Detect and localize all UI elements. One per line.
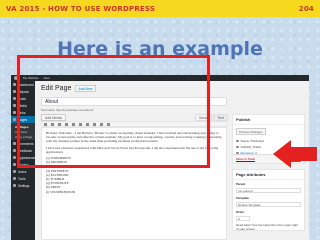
pages-icon <box>13 118 16 121</box>
parent-label: Parent <box>236 182 246 186</box>
dashboard-icon <box>13 83 16 86</box>
visibility-text: Visibility: Public <box>240 145 262 149</box>
order-input[interactable]: 0 <box>236 216 250 221</box>
editor-highlight-box <box>17 55 210 168</box>
menu-item-settings[interactable]: Settings <box>11 182 35 189</box>
page-attributes-heading: Page Attributes <box>233 170 304 180</box>
page-attributes-box: Page Attributes Parent (no parent) Templ… <box>232 169 305 231</box>
publish-heading: Publish <box>233 115 304 125</box>
list-item: (i) STUMBLEUPON <box>46 189 76 194</box>
menu-item-users[interactable]: Users <box>11 168 35 175</box>
slide-header-title: VA 2015 - HOW TO USE WORDPRESS <box>6 4 156 13</box>
slide-page-number: 204 <box>298 4 314 13</box>
status-icon <box>236 139 239 143</box>
menu-item-tools[interactable]: Tools <box>11 175 35 182</box>
pin-icon <box>13 97 16 100</box>
tab-text[interactable]: Text <box>213 114 228 121</box>
slide-header-bar: VA 2015 - HOW TO USE WORDPRESS 204 <box>0 0 320 17</box>
settings-icon <box>13 184 16 187</box>
plugins-icon <box>13 163 16 166</box>
move-to-trash-link[interactable]: Move to Trash <box>236 157 255 161</box>
order-label: Order <box>236 210 245 214</box>
links-icon <box>13 111 16 114</box>
feedback-icon <box>13 149 16 152</box>
visibility-icon <box>236 145 239 149</box>
jetpack-icon <box>13 90 16 93</box>
media-icon <box>13 104 16 107</box>
users-icon <box>13 170 16 173</box>
parent-select[interactable]: (no parent) <box>236 188 301 193</box>
appearance-icon <box>13 156 16 159</box>
red-arrow-icon <box>273 140 317 168</box>
comments-icon <box>13 142 16 145</box>
preview-changes-button[interactable]: Preview Changes <box>236 128 266 135</box>
template-label: Template <box>236 196 249 200</box>
template-select[interactable]: Default Template <box>236 202 301 207</box>
tools-icon <box>13 177 16 180</box>
help-text: Need help? Use the Help tab in the upper… <box>236 223 298 231</box>
status-text: Status: Published <box>240 139 264 143</box>
